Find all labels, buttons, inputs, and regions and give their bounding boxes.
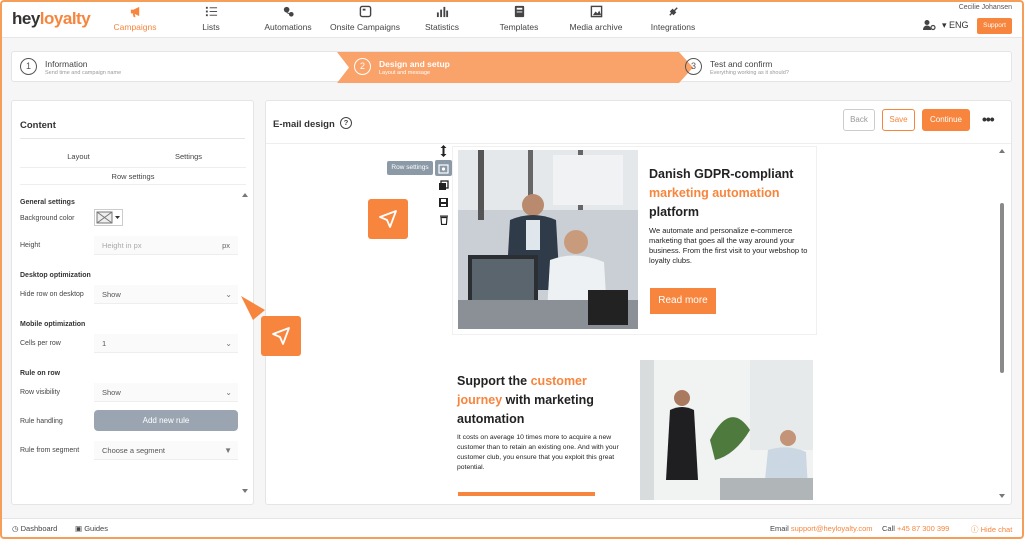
- email-design-panel: E-mail design ? Back Save Continue ••• D…: [265, 100, 1012, 505]
- step-information[interactable]: 1 Information Send time and campaign nam…: [14, 52, 334, 83]
- support-email[interactable]: Email support@heyloyalty.com: [770, 524, 873, 533]
- cursor-pointer-icon: [261, 316, 301, 356]
- user-settings-icon[interactable]: [922, 19, 936, 31]
- back-button[interactable]: Back: [843, 109, 875, 131]
- content-title: Content: [20, 120, 56, 131]
- read-more-button[interactable]: Read more: [650, 288, 716, 314]
- segment-select[interactable]: Choose a segment ▼: [94, 441, 238, 460]
- caret-down-icon: ▼: [224, 446, 232, 455]
- support-phone[interactable]: Call +45 87 300 399: [882, 524, 949, 533]
- chevron-down-icon: ⌄: [225, 339, 232, 348]
- background-color-picker[interactable]: [94, 209, 123, 226]
- automation-icon: [283, 6, 294, 17]
- left-panel-scrollbar[interactable]: [242, 193, 248, 493]
- rule-from-segment-label: Rule from segment: [20, 447, 80, 454]
- step-design-and-setup[interactable]: 2 Design and setup Layout and message: [348, 52, 678, 83]
- divider: [20, 138, 245, 139]
- chat-icon: ▣: [75, 524, 83, 533]
- tab-layout[interactable]: Layout: [20, 147, 137, 167]
- add-new-rule-button[interactable]: Add new rule: [94, 410, 238, 431]
- more-options-icon[interactable]: •••: [982, 111, 995, 127]
- tab-settings[interactable]: Settings: [130, 147, 247, 167]
- block2-text: It costs on average 10 times more to acq…: [457, 434, 619, 471]
- row-visibility-label: Row visibility: [20, 389, 61, 396]
- list-icon: [205, 6, 217, 17]
- language-selector[interactable]: ▾ ENG: [942, 20, 969, 31]
- block1-text: We automate and personalize e-commerce m…: [649, 226, 808, 265]
- office-meeting-image: [458, 150, 638, 329]
- dashboard-icon: ◷: [12, 524, 19, 533]
- rule-handling-label: Rule handling: [20, 418, 63, 425]
- top-navigation: heyloyalty Campaigns Lists Automations O…: [0, 0, 1024, 38]
- help-icon: ⓘ: [971, 525, 979, 534]
- onsite-icon: [359, 5, 371, 18]
- color-swatch-icon: [96, 211, 120, 224]
- nav-integrations[interactable]: Integrations: [628, 5, 718, 32]
- row-settings-tooltip: Row settings: [387, 161, 433, 175]
- block1-heading: Danish GDPR-compliant marketing automati…: [649, 167, 794, 219]
- template-icon: [514, 5, 524, 18]
- background-color-label: Background color: [20, 215, 75, 222]
- chevron-down-icon: ⌄: [225, 388, 232, 397]
- image-icon: [590, 5, 602, 18]
- section-general-settings: General settings: [20, 199, 75, 206]
- height-label: Height: [20, 242, 41, 249]
- orange-divider: [458, 492, 595, 496]
- save-button[interactable]: Save: [882, 109, 915, 131]
- save-row-icon[interactable]: [435, 194, 452, 210]
- move-row-icon[interactable]: [435, 143, 452, 159]
- block2-heading: Support the customer journey with market…: [457, 374, 594, 426]
- section-mobile-optimization: Mobile optimization: [20, 321, 86, 328]
- support-button[interactable]: Support: [977, 18, 1012, 34]
- delete-row-icon[interactable]: [435, 211, 452, 227]
- bar-chart-icon: [436, 6, 448, 18]
- cells-per-row-select[interactable]: 1 ⌄: [94, 334, 238, 353]
- row-visibility-select[interactable]: Show ⌄: [94, 383, 238, 402]
- row-toolbar: [435, 143, 452, 227]
- step-test-and-confirm[interactable]: 3 Test and confirm Everything working as…: [679, 52, 999, 83]
- guides-link[interactable]: ▣ Guides: [75, 524, 108, 533]
- hide-row-desktop-select[interactable]: Show ⌄: [94, 285, 238, 304]
- help-icon[interactable]: ?: [340, 117, 352, 129]
- chevron-down-icon: ⌄: [225, 290, 232, 299]
- duplicate-row-icon[interactable]: [435, 177, 452, 193]
- height-input[interactable]: Height in px px: [94, 236, 238, 255]
- wizard-steps: 1 Information Send time and campaign nam…: [11, 51, 1012, 83]
- brand-logo[interactable]: heyloyalty: [12, 9, 91, 29]
- cursor-pointer-icon: [368, 199, 408, 239]
- row-settings-icon[interactable]: [435, 160, 452, 176]
- continue-button[interactable]: Continue: [922, 109, 970, 131]
- divider: [266, 143, 1011, 144]
- megaphone-icon: [130, 6, 139, 18]
- right-panel-scrollbar[interactable]: [999, 148, 1005, 500]
- plug-icon: [668, 7, 678, 16]
- section-desktop-optimization: Desktop optimization: [20, 272, 91, 279]
- email-design-title: E-mail design: [273, 119, 335, 130]
- presentation-image: [640, 360, 813, 500]
- section-rule-on-row: Rule on row: [20, 370, 61, 377]
- hide-row-desktop-label: Hide row on desktop: [20, 291, 84, 298]
- dashboard-link[interactable]: ◷ Dashboard: [12, 524, 57, 533]
- user-name[interactable]: Cecilie Johansen: [959, 4, 1012, 11]
- tab-row-settings[interactable]: Row settings: [20, 167, 246, 185]
- footer-bar: ◷ Dashboard ▣ Guides Email support@heylo…: [0, 518, 1024, 539]
- hide-chat-button[interactable]: ⓘ Hide chat: [971, 524, 1012, 535]
- content-panel: Content Layout Settings Row settings Gen…: [11, 100, 254, 505]
- cells-per-row-label: Cells per row: [20, 340, 61, 347]
